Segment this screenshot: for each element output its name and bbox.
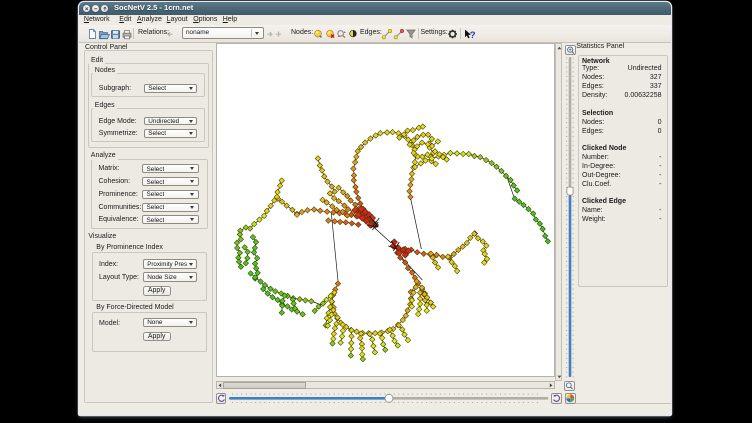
svg-text:?: ? [470,30,476,41]
